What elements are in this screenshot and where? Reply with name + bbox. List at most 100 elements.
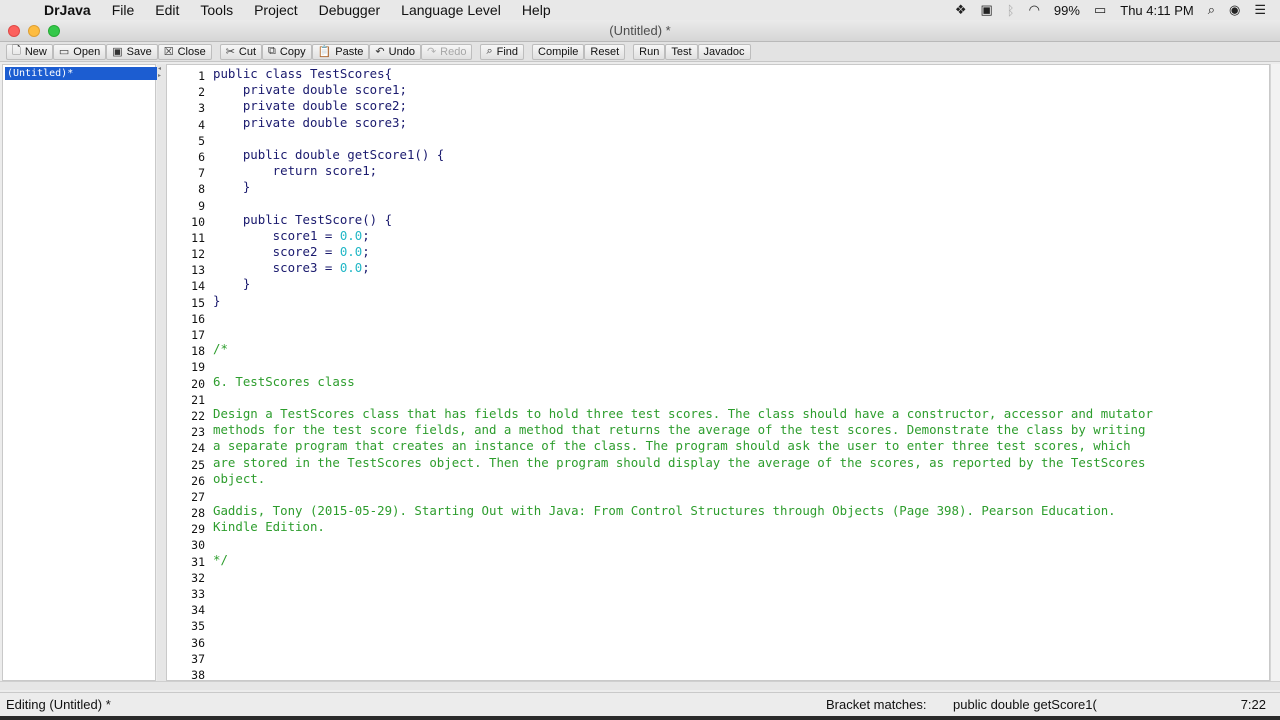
line-number: 7	[198, 166, 205, 181]
javadoc-button[interactable]: Javadoc	[697, 43, 751, 60]
copy-button[interactable]: ⧉ Copy	[262, 43, 312, 60]
toolbar: 🗋 New ▭ Open ▣ Save ☒ Close ✂ Cut ⧉ Copy 📋 Past…	[0, 42, 1280, 62]
code-line[interactable]	[213, 649, 1153, 665]
editor-vertical-scrollbar[interactable]	[1270, 64, 1280, 681]
close-button[interactable]: ☒ Close	[157, 43, 212, 60]
menu-debugger[interactable]: Debugger	[319, 2, 381, 18]
menu-project[interactable]: Project	[254, 2, 298, 18]
code-line[interactable]	[213, 357, 1153, 373]
code-token: private double score3;	[213, 114, 407, 130]
code-line[interactable]: methods for the test score fields, and a…	[213, 422, 1153, 438]
battery-icon[interactable]: ▭	[1094, 2, 1106, 18]
code-line[interactable]: return score1;	[213, 163, 1153, 179]
compile-button[interactable]: Compile	[532, 43, 585, 60]
code-line[interactable]: object.	[213, 471, 1153, 487]
horizontal-splitter[interactable]	[0, 681, 1280, 690]
menu-app-name[interactable]: DrJava	[44, 2, 91, 18]
menu-tools[interactable]: Tools	[200, 2, 233, 18]
reset-button[interactable]: Reset	[584, 43, 626, 60]
code-line[interactable]: private double score2;	[213, 98, 1153, 114]
open-button[interactable]: ▭ Open	[52, 43, 107, 60]
bracket-match-label: Bracket matches:	[826, 697, 927, 712]
undo-button[interactable]: ↶ Undo	[369, 43, 421, 60]
line-number: 25	[191, 457, 205, 472]
code-token: return score1;	[213, 163, 378, 179]
code-line[interactable]: score2 = 0.0;	[213, 244, 1153, 260]
code-token: public double getScore1() {	[213, 146, 445, 162]
save-button[interactable]: ▣ Save	[106, 43, 158, 60]
menu-help[interactable]: Help	[522, 2, 551, 18]
code-line[interactable]	[213, 633, 1153, 649]
code-line[interactable]: */	[213, 552, 1153, 568]
dropbox-icon[interactable]: ❖	[955, 2, 967, 18]
spotlight-search-icon[interactable]: ⌕	[1208, 2, 1215, 18]
cursor-position: 7:22	[1240, 697, 1266, 712]
code-line[interactable]: }	[213, 179, 1153, 195]
code-line[interactable]	[213, 309, 1153, 325]
menu-file[interactable]: File	[112, 2, 135, 18]
menu-edit[interactable]: Edit	[155, 2, 179, 18]
code-token: }	[213, 276, 251, 292]
code-line[interactable]	[213, 390, 1153, 406]
battery-percent[interactable]: 99%	[1054, 3, 1080, 18]
run-button[interactable]: Run	[633, 43, 666, 60]
code-line[interactable]	[213, 665, 1153, 680]
status-editing: Editing (Untitled) *	[6, 697, 111, 712]
code-line[interactable]: private double score3;	[213, 115, 1153, 131]
cut-button[interactable]: ✂ Cut	[219, 43, 263, 60]
vertical-splitter[interactable]	[157, 64, 166, 681]
line-number: 1	[198, 69, 205, 83]
code-line[interactable]	[213, 131, 1153, 147]
code-line[interactable]: }	[213, 276, 1153, 292]
code-line[interactable]	[213, 616, 1153, 632]
code-line[interactable]: public class TestScores{	[213, 66, 1153, 82]
compile-label: Compile	[538, 45, 579, 58]
test-button[interactable]: Test	[665, 43, 698, 60]
code-line[interactable]: private double score1;	[213, 82, 1153, 98]
line-number: 9	[198, 198, 205, 213]
code-line[interactable]	[213, 325, 1153, 341]
code-line[interactable]: score3 = 0.0;	[213, 260, 1153, 276]
line-number: 18	[191, 344, 205, 359]
run-label: Run	[639, 45, 660, 58]
code-line[interactable]: Kindle Edition.	[213, 519, 1153, 535]
line-number-gutter: 1 2 3 4 5 6 7 8 9 10 11 12 13 14 15 16 17 18 19 20 21 22 23 24 2…	[167, 68, 205, 680]
notification-center-icon[interactable]: ☰	[1254, 2, 1266, 18]
code-line[interactable]	[213, 584, 1153, 600]
line-number: 31	[191, 554, 205, 569]
code-line[interactable]	[213, 568, 1153, 584]
line-number: 14	[191, 279, 205, 294]
code-line[interactable]: 6. TestScores class	[213, 374, 1153, 390]
code-line[interactable]: /*	[213, 341, 1153, 357]
new-button[interactable]: 🗋 New	[6, 43, 53, 60]
code-line[interactable]: a separate program that creates an insta…	[213, 438, 1153, 454]
code-line[interactable]: are stored in the TestScores object. The…	[213, 455, 1153, 471]
wifi-icon[interactable]: ◠	[1029, 2, 1040, 18]
code-line[interactable]: public double getScore1() {	[213, 147, 1153, 163]
code-line[interactable]	[213, 600, 1153, 616]
code-line[interactable]: Design a TestScores class that has field…	[213, 406, 1153, 422]
code-line[interactable]: public TestScore() {	[213, 212, 1153, 228]
redo-button[interactable]: ↷ Redo	[420, 43, 473, 60]
code-line[interactable]: Gaddis, Tony (2015-05-29). Starting Out …	[213, 503, 1153, 519]
code-token: ;	[362, 227, 370, 243]
splitter-arrows-icon[interactable]: ◂ ▸	[158, 66, 161, 80]
line-number: 6	[198, 149, 205, 164]
find-button[interactable]: ⌕ Find	[480, 43, 525, 60]
menu-language-level[interactable]: Language Level	[401, 2, 501, 18]
paste-button[interactable]: 📋 Paste	[311, 43, 370, 60]
code-line[interactable]: }	[213, 293, 1153, 309]
screen-capture-icon[interactable]: ▣	[980, 2, 992, 18]
code-editor[interactable]: 1 2 3 4 5 6 7 8 9 10 11 12 13 14 15 16 17 18 19 20 21 22 23 24 2…	[166, 64, 1270, 681]
document-item-untitled[interactable]: (Untitled)*	[5, 67, 157, 80]
scissors-icon: ✂	[225, 46, 235, 58]
code-line[interactable]: score1 = 0.0;	[213, 228, 1153, 244]
menu-clock[interactable]: Thu 4:11 PM	[1120, 3, 1193, 18]
code-line[interactable]	[213, 196, 1153, 212]
code-line[interactable]	[213, 487, 1153, 503]
menu-extras: ❖ ▣ ᛒ ◠ 99% ▭ Thu 4:11 PM ⌕ ◉ ☰	[955, 0, 1280, 20]
bluetooth-icon[interactable]: ᛒ	[1007, 3, 1015, 18]
code-text-area[interactable]: public class TestScores{ private double …	[213, 66, 1153, 680]
code-line[interactable]	[213, 535, 1153, 551]
user-avatar-icon[interactable]: ◉	[1229, 2, 1240, 18]
